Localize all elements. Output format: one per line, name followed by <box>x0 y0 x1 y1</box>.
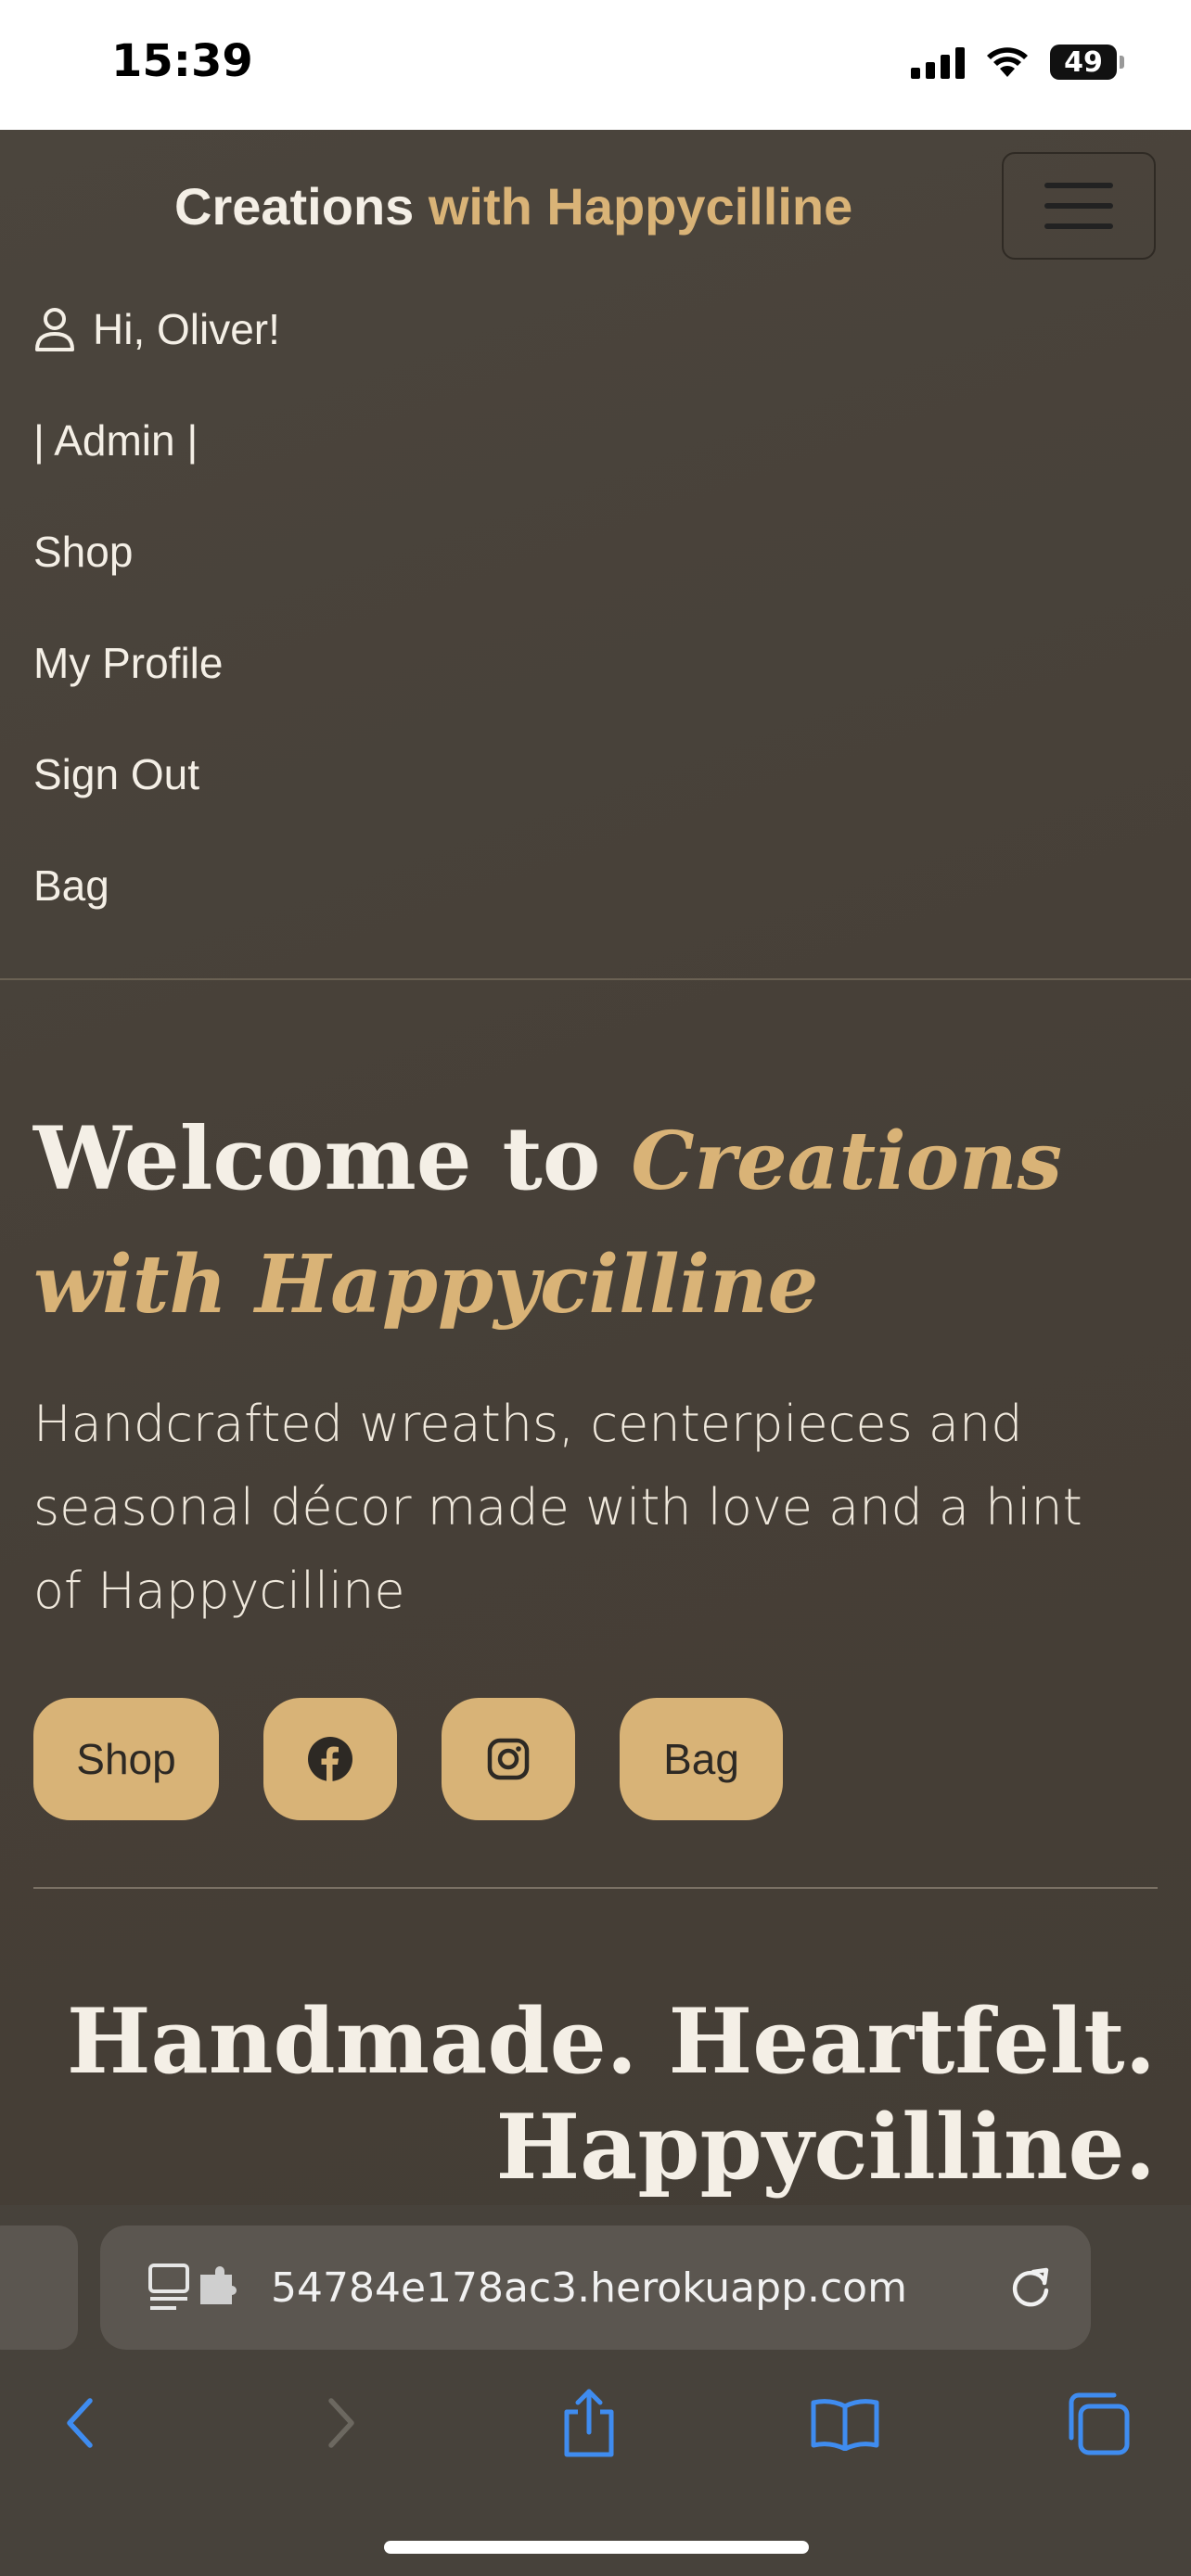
tagline-line-1: Handmade. Heartfelt. <box>66 1989 1156 2094</box>
address-bar[interactable]: 54784e178ac3.herokuapp.com <box>100 2225 1091 2350</box>
brand-main: Creations <box>174 177 415 236</box>
nav-item-admin[interactable]: | Admin | <box>33 385 280 496</box>
previous-tab-peek[interactable] <box>0 2225 78 2350</box>
battery-level: 49 <box>1064 45 1103 79</box>
forward-button[interactable] <box>299 2381 382 2465</box>
brand-accent: with Happycilline <box>414 177 853 236</box>
tagline-line-2: Happycilline. <box>495 2095 1156 2200</box>
nav-item-label: Hi, Oliver! <box>93 305 280 353</box>
hero-buttons: Shop Bag <box>33 1698 1158 1820</box>
share-button[interactable] <box>547 2381 631 2465</box>
instagram-button[interactable] <box>442 1698 575 1820</box>
section-divider <box>33 1887 1158 1889</box>
facebook-button[interactable] <box>263 1698 397 1820</box>
hero-title-prefix: Welcome to <box>33 1108 632 1210</box>
hero-description: Handcrafted wreaths, centerpieces and se… <box>33 1395 1082 1620</box>
back-icon <box>67 2398 93 2448</box>
hero-section: Welcome to Creations with Happycilline H… <box>33 1099 1158 1889</box>
user-icon <box>35 308 74 351</box>
home-indicator[interactable] <box>384 2541 809 2554</box>
cellular-signal-icon <box>911 45 965 79</box>
instagram-icon <box>487 1738 530 1780</box>
nav-item-user-greeting[interactable]: Hi, Oliver! <box>33 274 280 385</box>
reader-extension-icon[interactable] <box>148 2262 237 2314</box>
brand-logo[interactable]: Creations with Happycilline <box>174 176 852 236</box>
nav-item-shop[interactable]: Shop <box>33 496 280 607</box>
facebook-icon <box>308 1737 352 1781</box>
reload-icon[interactable] <box>1005 2263 1056 2313</box>
browser-toolbar <box>0 2381 1191 2493</box>
bag-button[interactable]: Bag <box>620 1698 783 1820</box>
hamburger-menu-icon[interactable] <box>1002 152 1156 260</box>
url-text: 54784e178ac3.herokuapp.com <box>271 2264 907 2312</box>
status-bar: 15:39 49 <box>0 0 1191 130</box>
page: Creations with Happycilline Hi, Oliver! … <box>0 130 1191 2205</box>
tabs-icon <box>1069 2392 1130 2455</box>
battery-icon: 49 <box>1050 45 1124 80</box>
nav-item-my-profile[interactable]: My Profile <box>33 607 280 719</box>
nav-menu: Hi, Oliver! | Admin | Shop My Profile Si… <box>33 274 280 941</box>
tabs-button[interactable] <box>1056 2381 1139 2465</box>
share-icon <box>564 2389 614 2457</box>
back-button[interactable] <box>39 2381 122 2465</box>
bookmarks-icon <box>811 2399 879 2451</box>
navbar: Creations with Happycilline Hi, Oliver! … <box>0 130 1191 980</box>
bookmarks-button[interactable] <box>803 2381 887 2465</box>
browser-bottom-bar: 54784e178ac3.herokuapp.com <box>0 2205 1191 2576</box>
tagline: Handmade. Heartfelt. Happycilline. <box>67 1989 1156 2200</box>
wifi-icon <box>987 47 1028 77</box>
status-time: 15:39 <box>111 35 253 87</box>
shop-button[interactable]: Shop <box>33 1698 219 1820</box>
hero-title: Welcome to Creations with Happycilline <box>33 1099 1158 1345</box>
nav-item-sign-out[interactable]: Sign Out <box>33 719 280 830</box>
status-icons: 49 <box>911 45 1124 80</box>
nav-item-bag[interactable]: Bag <box>33 830 280 941</box>
forward-icon <box>328 2398 354 2448</box>
